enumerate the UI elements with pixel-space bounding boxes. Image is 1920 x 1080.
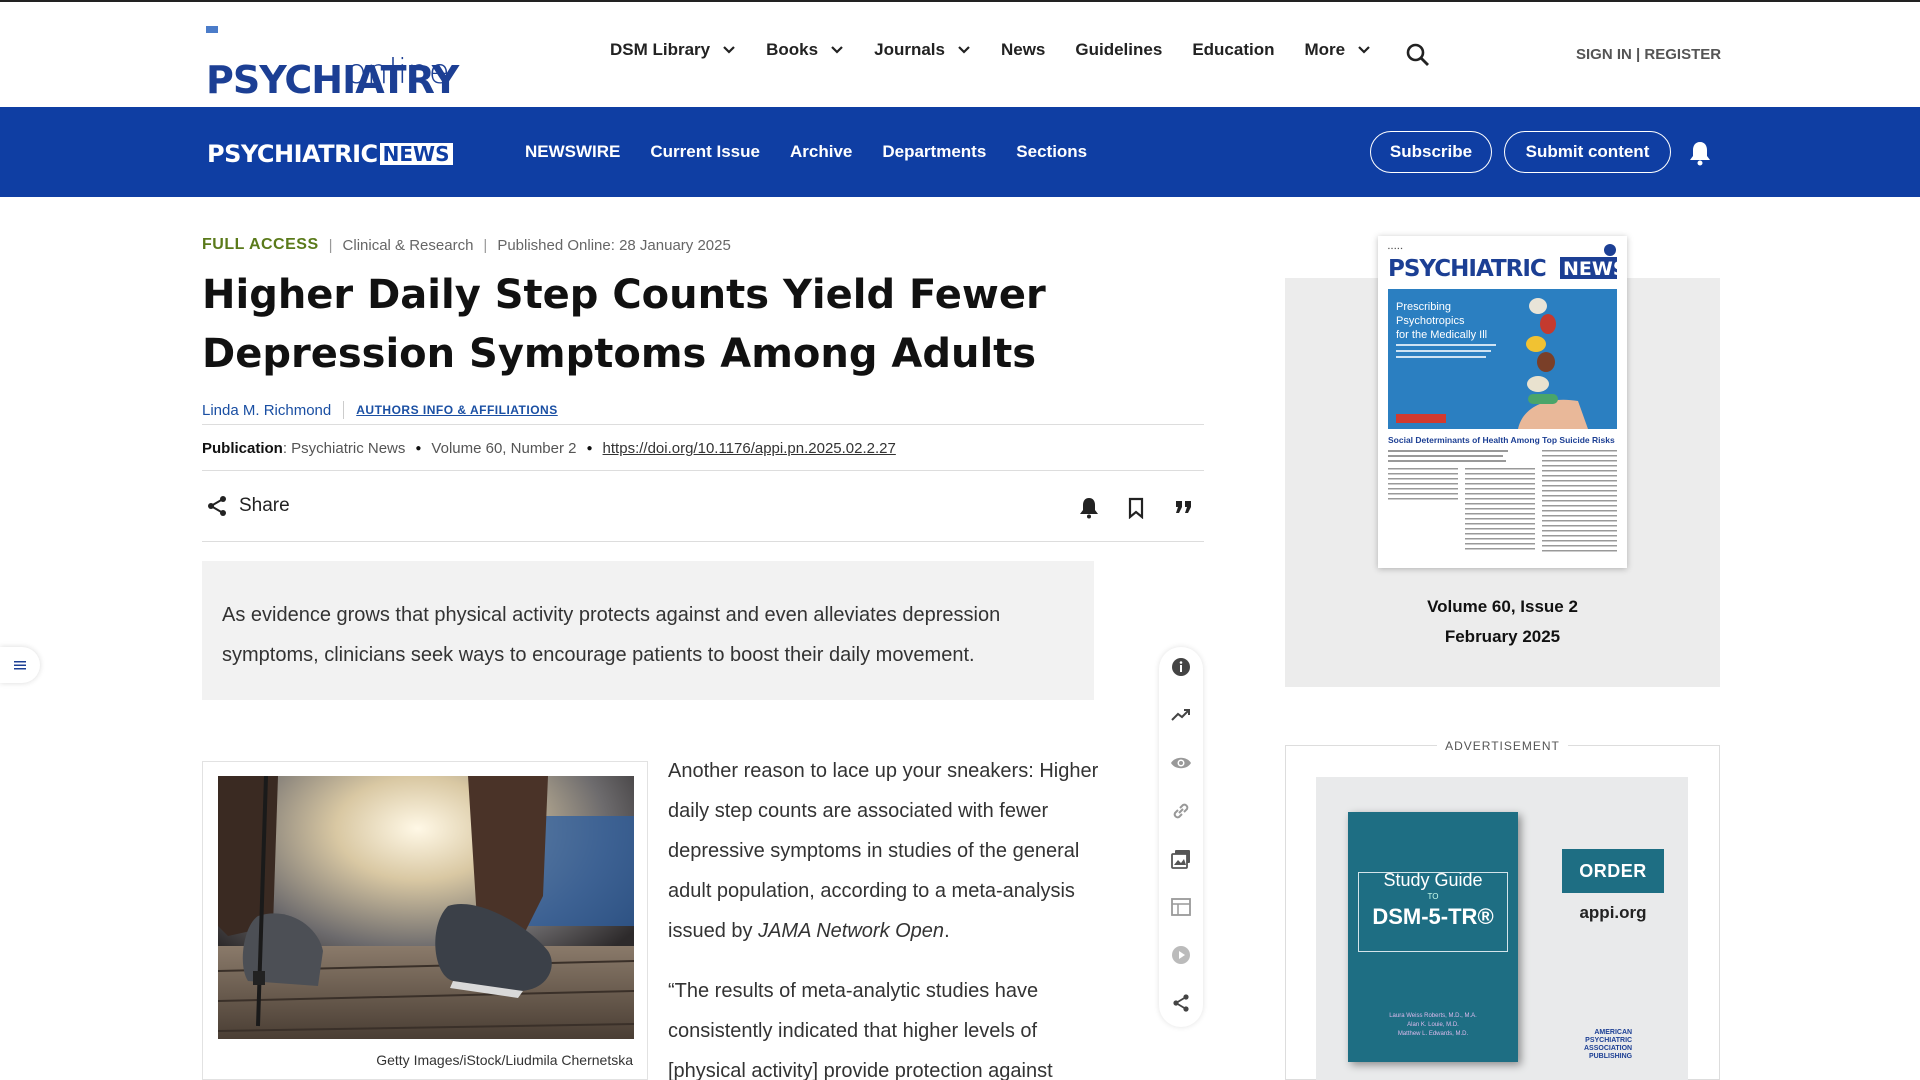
figure-caption: Getty Images/iStock/Liudmila Chernetska <box>376 1052 633 1068</box>
nav-sections[interactable]: Sections <box>1016 142 1087 162</box>
cite-quote-icon[interactable] <box>1174 499 1194 517</box>
psychiatry-online-logo[interactable]: PSYCHIATRY online <box>206 20 466 100</box>
journal-name: JAMA Network Open <box>758 920 945 942</box>
subscribe-button[interactable]: Subscribe <box>1370 131 1492 173</box>
svg-text:Psychotropics: Psychotropics <box>1396 315 1465 327</box>
apa-publishing-logo: AMERICAN PSYCHIATRIC ASSOCIATION PUBLISHING <box>1584 1029 1633 1060</box>
divider <box>202 541 1204 542</box>
book-title-line2: TO <box>1427 892 1439 901</box>
submit-content-button[interactable]: Submit content <box>1504 131 1671 173</box>
nav-education[interactable]: Education <box>1192 40 1274 60</box>
site-header: PSYCHIATRY online DSM Library Books Jour… <box>0 2 1920 107</box>
nav-journals[interactable]: Journals <box>874 40 971 60</box>
register-link[interactable]: REGISTER <box>1644 46 1721 63</box>
issue-volume[interactable]: Volume 60, Issue 2 <box>1285 592 1720 622</box>
share-button[interactable]: Share <box>205 494 290 518</box>
psychiatric-news-logo[interactable]: PSYCHIATRIC NEWS <box>207 140 453 168</box>
view-eye-icon[interactable] <box>1170 752 1192 774</box>
svg-text:PSYCHIATRIC: PSYCHIATRIC <box>1388 256 1546 282</box>
share-label: Share <box>239 495 290 516</box>
nav-departments[interactable]: Departments <box>882 142 986 162</box>
logo-bottom-text: online <box>346 52 450 92</box>
article-figure[interactable]: Getty Images/iStock/Liudmila Chernetska <box>202 761 648 1080</box>
info-icon[interactable] <box>1170 656 1192 678</box>
current-issue-info: Volume 60, Issue 2 February 2025 <box>1285 592 1720 652</box>
volume-number: Volume 60, Number 2 <box>431 440 577 457</box>
body-paragraph: Another reason to lace up your sneakers:… <box>668 760 1099 942</box>
tables-icon[interactable] <box>1170 896 1192 918</box>
list-icon <box>14 661 26 670</box>
media-play-icon[interactable] <box>1170 944 1192 966</box>
main-nav: DSM Library Books Journals News Guidelin… <box>610 40 1401 60</box>
article-body: Another reason to lace up your sneakers:… <box>668 751 1108 1080</box>
issue-cover-image[interactable]: ▪ ▪ ▪ ▪ ▪ PSYCHIATRIC NEWS Prescribing P… <box>1378 236 1627 568</box>
issue-date: February 2025 <box>1444 627 1561 646</box>
advertisement-banner[interactable]: Study Guide TO DSM-5-TR® Laura Weiss Rob… <box>1316 777 1688 1080</box>
article-section[interactable]: Clinical & Research <box>343 237 474 254</box>
share-icon[interactable] <box>1170 992 1192 1014</box>
authors-row: Linda M. Richmond AUTHORS INFO & AFFILIA… <box>202 401 558 419</box>
appi-website: appi.org <box>1579 903 1647 922</box>
link-icon[interactable] <box>1170 800 1192 822</box>
figure-image-walking-shoes <box>218 776 634 1039</box>
publication-info: Publication: Psychiatric News ● Volume 6… <box>202 440 896 457</box>
nav-current-issue[interactable]: Current Issue <box>650 142 760 162</box>
access-badge: FULL ACCESS <box>202 236 319 253</box>
authors-affiliations-link[interactable]: AUTHORS INFO & AFFILIATIONS <box>356 403 558 417</box>
chevron-down-icon <box>723 46 735 54</box>
svg-text:NEWS: NEWS <box>1563 258 1627 280</box>
chevron-down-icon <box>831 46 843 54</box>
publication-name: : Psychiatric News <box>282 440 406 457</box>
svg-text:▪ ▪ ▪ ▪ ▪: ▪ ▪ ▪ ▪ ▪ <box>1388 246 1403 252</box>
alert-bell-icon[interactable] <box>1079 497 1099 519</box>
search-icon[interactable] <box>1405 42 1431 68</box>
figures-icon[interactable] <box>1170 848 1192 870</box>
chevron-down-icon <box>958 46 970 54</box>
book-authors: Laura Weiss Roberts, M.D., M.A. Alan K. … <box>1389 1013 1477 1037</box>
cover-headline: Social Determinants of Health Among Top … <box>1388 435 1615 445</box>
svg-text:for the Medically Ill: for the Medically Ill <box>1396 329 1487 341</box>
publication-label: Publication <box>202 440 283 457</box>
published-date: Published Online: 28 January 2025 <box>497 236 731 254</box>
sign-in-register: SIGN IN | REGISTER <box>1576 46 1722 63</box>
notification-bell-icon[interactable] <box>1688 140 1712 166</box>
order-button[interactable]: ORDER <box>1562 849 1664 893</box>
chevron-down-icon <box>1358 46 1370 54</box>
divider <box>202 470 1204 471</box>
author-link[interactable]: Linda M. Richmond <box>202 402 331 419</box>
nav-books[interactable]: Books <box>766 40 844 60</box>
nav-news[interactable]: News <box>1001 40 1045 60</box>
table-of-contents-toggle[interactable] <box>0 647 40 683</box>
bookmark-icon[interactable] <box>1127 497 1145 519</box>
doi-link[interactable]: https://doi.org/10.1176/appi.pn.2025.02.… <box>603 440 896 457</box>
book-title-line1: Study Guide <box>1383 870 1483 890</box>
nav-dsm-library[interactable]: DSM Library <box>610 40 736 60</box>
psychiatric-news-bar: PSYCHIATRIC NEWS NEWSWIRE Current Issue A… <box>0 107 1920 197</box>
article-meta: FULL ACCESS | Clinical & Research | Publ… <box>202 236 731 254</box>
metrics-trend-icon[interactable] <box>1170 704 1192 726</box>
share-icon <box>208 496 226 516</box>
article-abstract: As evidence grows that physical activity… <box>202 561 1094 700</box>
article-tools-rail <box>1159 647 1203 1027</box>
article-title: Higher Daily Step Counts Yield Fewer Dep… <box>202 272 1046 377</box>
nav-more[interactable]: More <box>1304 40 1371 60</box>
nav-archive[interactable]: Archive <box>790 142 852 162</box>
body-paragraph: “The results of meta-analytic studies ha… <box>668 980 1053 1080</box>
psychiatric-news-nav: NEWSWIRE Current Issue Archive Departmen… <box>525 142 1117 162</box>
sign-in-link[interactable]: SIGN IN <box>1576 46 1632 63</box>
advertisement-label: ADVERTISEMENT <box>1285 739 1720 753</box>
nav-newswire[interactable]: NEWSWIRE <box>525 142 620 162</box>
divider <box>202 424 1204 425</box>
book-title-line3: DSM-5-TR® <box>1372 904 1494 929</box>
cover-title: Prescribing <box>1396 301 1451 313</box>
nav-guidelines[interactable]: Guidelines <box>1075 40 1162 60</box>
study-guide-book-cover: Study Guide TO DSM-5-TR® Laura Weiss Rob… <box>1348 812 1518 1062</box>
